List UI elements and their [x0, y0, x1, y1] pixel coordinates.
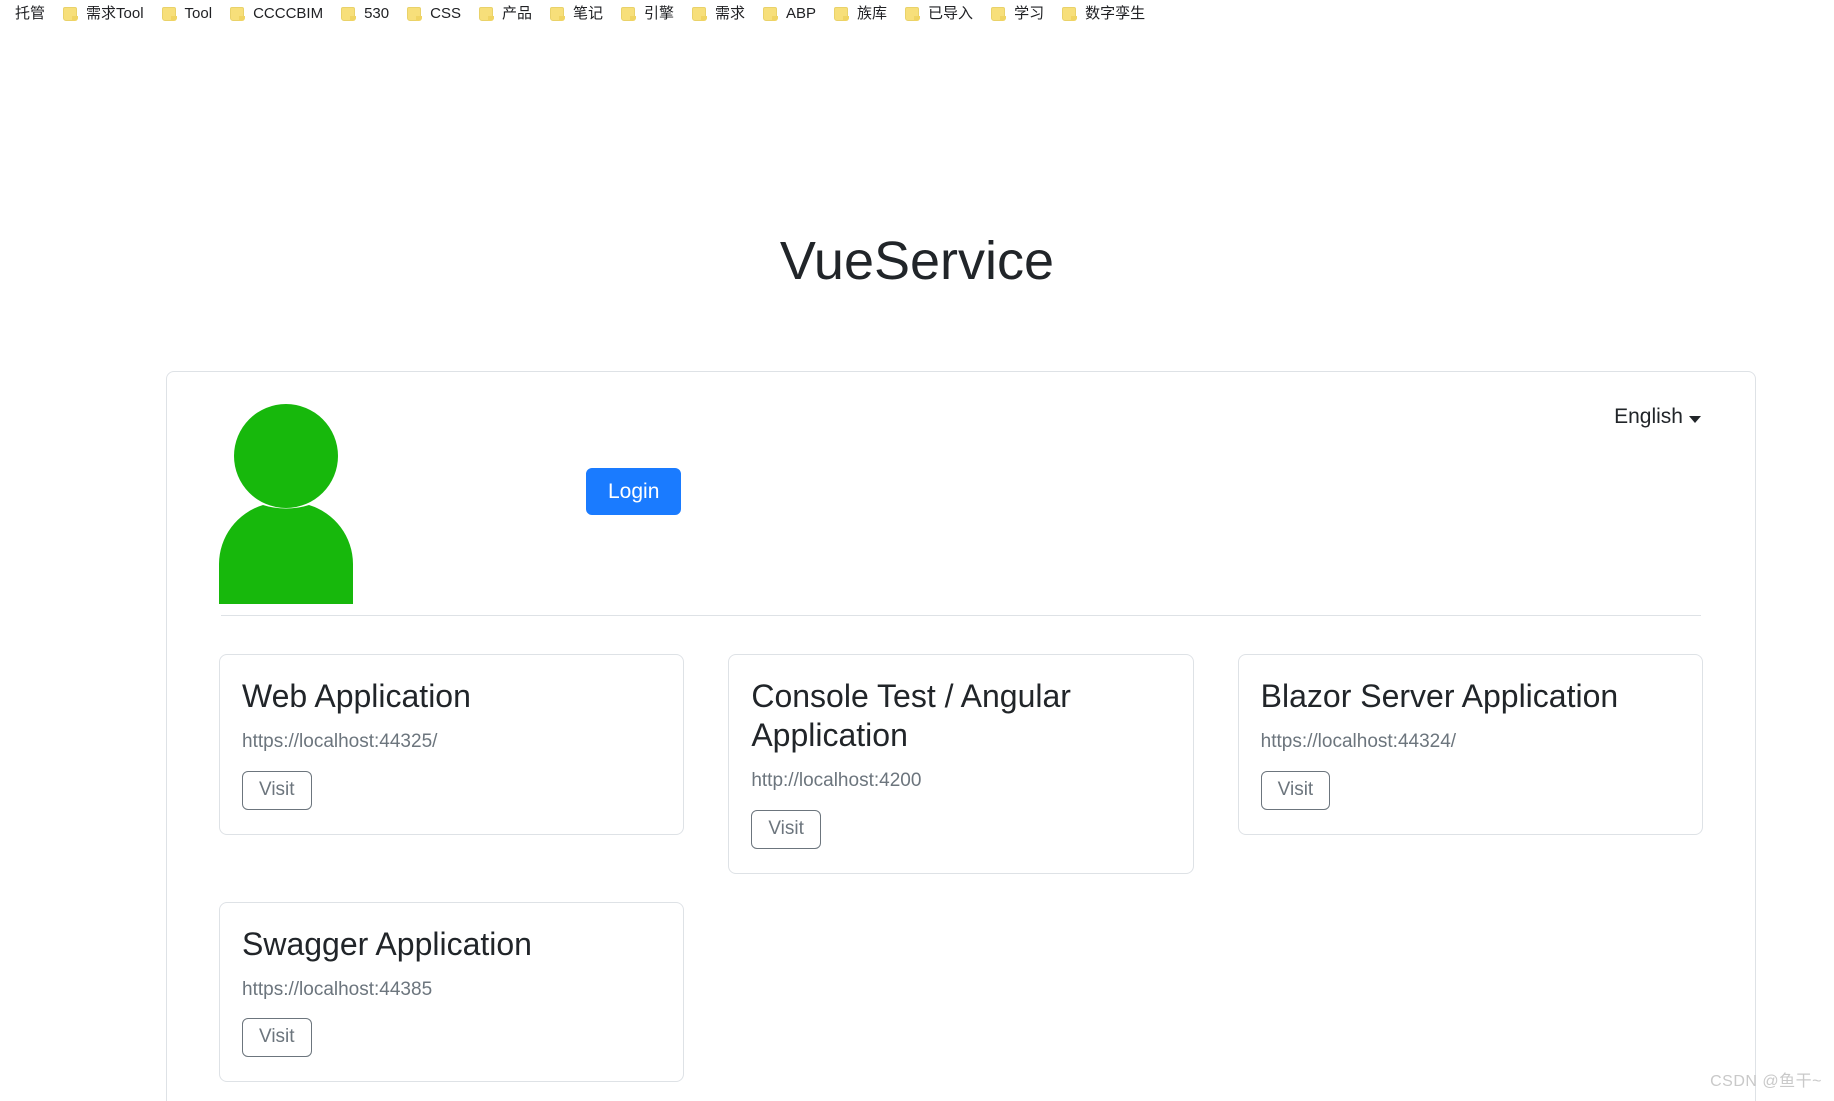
folder-icon: [692, 6, 708, 21]
bookmark-item[interactable]: CSS: [398, 1, 470, 25]
folder-icon: [161, 6, 178, 21]
bookmark-item-label: 需求Tool: [86, 4, 144, 22]
bookmark-item-label: 数字孪生: [1085, 4, 1146, 22]
bookmark-item-label: 530: [364, 4, 390, 22]
bookmark-item-label: 学习: [1014, 4, 1045, 22]
application-card-url: http://localhost:4200: [751, 770, 922, 792]
folder-icon: [407, 6, 423, 21]
bookmark-item[interactable]: CCCCBIM: [221, 1, 332, 25]
bookmark-item[interactable]: 托管: [6, 1, 54, 25]
login-button[interactable]: Login: [586, 468, 682, 516]
panel-header: Login English: [167, 372, 1755, 615]
folder-icon: [1062, 6, 1078, 21]
language-dropdown[interactable]: English: [1614, 405, 1701, 429]
bookmark-item-label: 已导入: [928, 4, 974, 22]
application-cards-grid: Web Application https://localhost:44325/V…: [167, 616, 1755, 1101]
bookmark-item-label: CCCCBIM: [253, 4, 324, 22]
bookmark-item-label: 引擎: [643, 4, 674, 22]
bookmark-item-label: ABP: [786, 4, 817, 22]
watermark: CSDN @鱼干~: [1710, 1073, 1822, 1090]
application-card: Blazor Server Application https://localho…: [1237, 654, 1703, 835]
bookmark-item-label: 托管: [15, 4, 46, 22]
application-card-title: Console Test / Angular Application: [751, 678, 1071, 754]
bookmark-item[interactable]: ABP: [754, 1, 825, 25]
folder-icon: [763, 6, 779, 21]
folder-icon: [478, 6, 495, 21]
application-card-title: Web Application: [242, 678, 471, 714]
main-panel: Login English Web Application https://loc…: [166, 371, 1756, 1101]
folder-icon: [230, 6, 246, 21]
folder-icon: [63, 6, 79, 21]
bookmark-item-label: CSS: [430, 4, 461, 22]
folder-icon: [341, 6, 357, 21]
folder-icon: [834, 6, 850, 21]
visit-button[interactable]: Visit: [242, 1018, 312, 1058]
bookmark-item-label: Tool: [184, 4, 213, 22]
bookmark-item[interactable]: 需求Tool: [54, 1, 153, 25]
application-card: Web Application https://localhost:44325/V…: [219, 654, 685, 835]
bookmark-item[interactable]: 已导入: [896, 1, 982, 25]
bookmark-item[interactable]: Tool: [153, 1, 222, 25]
application-card-cell: Web Application https://localhost:44325/V…: [197, 644, 706, 892]
page-body: VueService Login English Web Application…: [0, 26, 1834, 1101]
visit-button[interactable]: Visit: [242, 770, 312, 810]
application-card-url: https://localhost:44385: [242, 978, 433, 1000]
page-title: VueService: [779, 231, 1055, 291]
application-card-cell: Blazor Server Application https://localho…: [1216, 644, 1725, 892]
bookmark-item-label: 产品: [501, 4, 532, 22]
folder-icon: [620, 6, 637, 21]
bookmark-item[interactable]: 产品: [470, 1, 541, 25]
user-avatar-icon[interactable]: [211, 394, 401, 604]
visit-button[interactable]: Visit: [1260, 770, 1331, 810]
folder-icon: [905, 6, 921, 21]
bookmark-item[interactable]: 学习: [982, 1, 1053, 25]
bookmarks-bar: 托管 需求Tool Tool CCCCBIM 530 CSS 产品 笔记 引擎 需求 ABP 族库 已导…: [0, 0, 1834, 26]
folder-icon: [549, 6, 566, 21]
visit-button[interactable]: Visit: [751, 809, 821, 849]
chevron-down-icon: [1689, 415, 1701, 423]
application-card-url: https://localhost:44325/: [242, 731, 438, 753]
bookmark-item-label: 笔记: [572, 4, 603, 22]
bookmark-item-label: 族库: [857, 4, 888, 22]
bookmark-item[interactable]: 需求: [683, 1, 754, 25]
application-card-url: https://localhost:44324/: [1260, 731, 1457, 753]
bookmark-item[interactable]: 族库: [825, 1, 896, 25]
bookmark-item[interactable]: 530: [332, 1, 398, 25]
application-card-title: Swagger Application: [242, 925, 532, 962]
language-dropdown-label: English: [1614, 405, 1683, 428]
application-card: Console Test / Angular Application http:/…: [728, 654, 1194, 874]
bookmark-item-label: 需求: [715, 4, 746, 22]
application-card-cell: Console Test / Angular Application http:/…: [706, 644, 1215, 892]
folder-icon: [991, 6, 1007, 21]
bookmark-item[interactable]: 笔记: [541, 1, 612, 25]
bookmark-item[interactable]: 引擎: [612, 1, 683, 25]
application-card: Swagger Application https://localhost:443…: [219, 901, 685, 1083]
application-card-cell: Swagger Application https://localhost:443…: [197, 892, 706, 1101]
application-card-title: Blazor Server Application: [1260, 678, 1619, 714]
bookmark-item[interactable]: 数字孪生: [1053, 1, 1154, 25]
